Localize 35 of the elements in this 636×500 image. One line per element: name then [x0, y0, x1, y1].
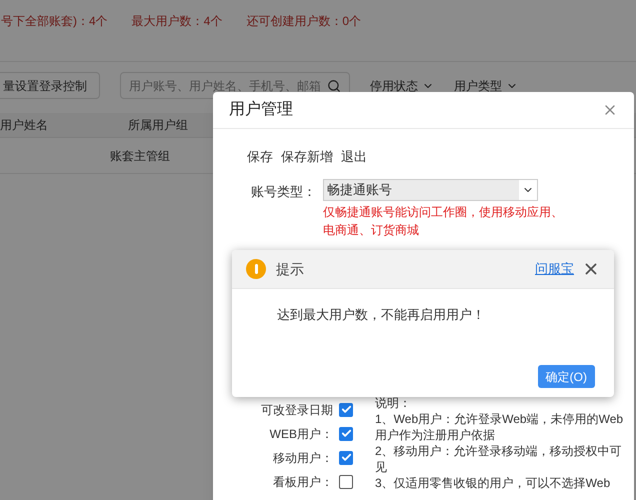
- toolbar-button[interactable]: 退出: [341, 147, 367, 166]
- batch-login-control-button[interactable]: 量设置登录控制: [0, 72, 100, 99]
- warning-icon: [246, 259, 266, 279]
- ok-button[interactable]: 确定(O): [538, 365, 595, 388]
- account-type-select[interactable]: 畅捷通账号: [323, 178, 538, 200]
- option-label: 移动用户：: [273, 450, 333, 466]
- summary-text: 还可创建用户数：0个: [246, 13, 362, 30]
- toolbar-button[interactable]: 保存: [247, 147, 273, 166]
- search-icon: [327, 78, 341, 92]
- note-text: 说明：: [375, 394, 412, 410]
- filter-dropdown[interactable]: 停用状态: [370, 76, 434, 94]
- column-header: 所属用户组: [127, 117, 188, 134]
- note-text: 3、仅适用零售收银的用户，可以不选择Web: [375, 474, 612, 490]
- alert-title: 提示: [276, 260, 304, 278]
- note-text: 1、Web用户：允许登录Web端，未停用的Web用户作为注册用户依据: [375, 410, 624, 442]
- note-text: 2、移动用户：允许登录移动端，移动授权中可见: [375, 442, 623, 474]
- checkbox[interactable]: [339, 474, 353, 488]
- alert-message: 达到最大用户数，不能再启用用户！: [277, 306, 486, 324]
- checkbox[interactable]: [339, 426, 353, 440]
- checkbox[interactable]: [339, 450, 353, 464]
- account-note: 仅畅捷通账号能访问工作圈，使用移动应用、电商通、订货商城: [323, 204, 563, 238]
- help-link[interactable]: 问服宝: [535, 259, 574, 279]
- dialog-title: 用户管理: [229, 100, 293, 120]
- summary-text: 号下全部账套)：4个: [1, 13, 108, 30]
- table-cell-text: 账套主管组: [110, 148, 170, 164]
- summary-text: 最大用户数：4个: [132, 13, 222, 30]
- option-label: 看板用户：: [273, 474, 333, 490]
- toolbar-button[interactable]: 保存新增: [281, 147, 333, 166]
- search-field[interactable]: 用户账号、用户姓名、手机号、邮箱: [120, 72, 350, 99]
- filter-dropdown[interactable]: 用户类型: [454, 76, 518, 94]
- column-header: 用户姓名: [0, 117, 49, 134]
- option-label: 可改登录日期: [261, 402, 333, 418]
- option-label: WEB用户：: [270, 426, 333, 442]
- checkbox[interactable]: [339, 402, 353, 416]
- field-label: 账号类型：: [250, 182, 317, 200]
